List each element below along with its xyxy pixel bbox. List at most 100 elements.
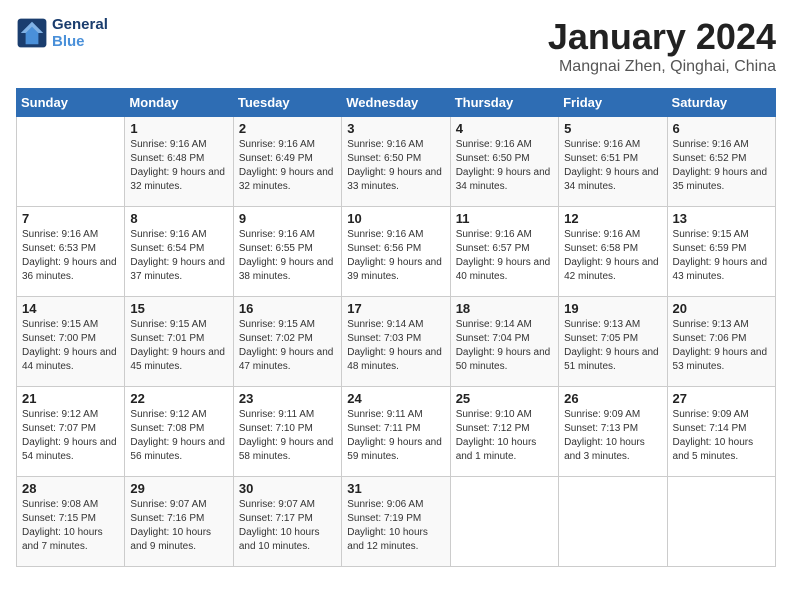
sunrise-label: Sunrise: 9:16 AM (239, 229, 315, 240)
cell-info: Sunrise: 9:15 AM Sunset: 7:00 PM Dayligh… (22, 318, 119, 374)
cell-info: Sunrise: 9:09 AM Sunset: 7:14 PM Dayligh… (673, 408, 770, 464)
daylight-label: Daylight: 9 hours and 33 minutes. (347, 167, 442, 192)
cell-info: Sunrise: 9:12 AM Sunset: 7:08 PM Dayligh… (130, 408, 227, 464)
day-number: 6 (673, 121, 770, 136)
daylight-label: Daylight: 9 hours and 34 minutes. (456, 167, 551, 192)
calendar-cell: 28 Sunrise: 9:08 AM Sunset: 7:15 PM Dayl… (17, 477, 125, 567)
daylight-label: Daylight: 9 hours and 59 minutes. (347, 437, 442, 462)
weekday-header-row: SundayMondayTuesdayWednesdayThursdayFrid… (17, 89, 776, 117)
sunrise-label: Sunrise: 9:14 AM (456, 319, 532, 330)
day-number: 18 (456, 301, 553, 316)
day-number: 23 (239, 391, 336, 406)
calendar-cell: 26 Sunrise: 9:09 AM Sunset: 7:13 PM Dayl… (559, 387, 667, 477)
daylight-label: Daylight: 10 hours and 5 minutes. (673, 437, 754, 462)
sunrise-label: Sunrise: 9:10 AM (456, 409, 532, 420)
daylight-label: Daylight: 9 hours and 54 minutes. (22, 437, 117, 462)
sunset-label: Sunset: 7:07 PM (22, 423, 96, 434)
sunset-label: Sunset: 7:06 PM (673, 333, 747, 344)
sunrise-label: Sunrise: 9:16 AM (130, 139, 206, 150)
sunset-label: Sunset: 7:19 PM (347, 513, 421, 524)
cell-info: Sunrise: 9:16 AM Sunset: 6:55 PM Dayligh… (239, 228, 336, 284)
daylight-label: Daylight: 9 hours and 35 minutes. (673, 167, 768, 192)
daylight-label: Daylight: 9 hours and 32 minutes. (239, 167, 334, 192)
sunset-label: Sunset: 6:50 PM (347, 153, 421, 164)
day-number: 12 (564, 211, 661, 226)
daylight-label: Daylight: 10 hours and 7 minutes. (22, 527, 103, 552)
sunrise-label: Sunrise: 9:16 AM (347, 229, 423, 240)
sunrise-label: Sunrise: 9:16 AM (456, 229, 532, 240)
week-row-5: 28 Sunrise: 9:08 AM Sunset: 7:15 PM Dayl… (17, 477, 776, 567)
cell-info: Sunrise: 9:16 AM Sunset: 6:53 PM Dayligh… (22, 228, 119, 284)
cell-info: Sunrise: 9:13 AM Sunset: 7:06 PM Dayligh… (673, 318, 770, 374)
sunset-label: Sunset: 7:10 PM (239, 423, 313, 434)
sunset-label: Sunset: 6:58 PM (564, 243, 638, 254)
weekday-header-sunday: Sunday (17, 89, 125, 117)
sunrise-label: Sunrise: 9:14 AM (347, 319, 423, 330)
week-row-1: 1 Sunrise: 9:16 AM Sunset: 6:48 PM Dayli… (17, 117, 776, 207)
sunset-label: Sunset: 7:04 PM (456, 333, 530, 344)
sunset-label: Sunset: 7:03 PM (347, 333, 421, 344)
sunset-label: Sunset: 6:56 PM (347, 243, 421, 254)
cell-info: Sunrise: 9:15 AM Sunset: 6:59 PM Dayligh… (673, 228, 770, 284)
calendar-cell: 30 Sunrise: 9:07 AM Sunset: 7:17 PM Dayl… (233, 477, 341, 567)
sunset-label: Sunset: 7:05 PM (564, 333, 638, 344)
day-number: 13 (673, 211, 770, 226)
sunrise-label: Sunrise: 9:12 AM (130, 409, 206, 420)
sunrise-label: Sunrise: 9:06 AM (347, 499, 423, 510)
week-row-4: 21 Sunrise: 9:12 AM Sunset: 7:07 PM Dayl… (17, 387, 776, 477)
cell-info: Sunrise: 9:07 AM Sunset: 7:17 PM Dayligh… (239, 498, 336, 554)
day-number: 24 (347, 391, 444, 406)
calendar-cell: 27 Sunrise: 9:09 AM Sunset: 7:14 PM Dayl… (667, 387, 775, 477)
calendar-cell: 11 Sunrise: 9:16 AM Sunset: 6:57 PM Dayl… (450, 207, 558, 297)
sunrise-label: Sunrise: 9:13 AM (673, 319, 749, 330)
day-number: 19 (564, 301, 661, 316)
sunrise-label: Sunrise: 9:13 AM (564, 319, 640, 330)
day-number: 4 (456, 121, 553, 136)
daylight-label: Daylight: 9 hours and 51 minutes. (564, 347, 659, 372)
sunset-label: Sunset: 6:49 PM (239, 153, 313, 164)
calendar-cell: 14 Sunrise: 9:15 AM Sunset: 7:00 PM Dayl… (17, 297, 125, 387)
daylight-label: Daylight: 9 hours and 50 minutes. (456, 347, 551, 372)
day-number: 1 (130, 121, 227, 136)
calendar-cell: 29 Sunrise: 9:07 AM Sunset: 7:16 PM Dayl… (125, 477, 233, 567)
day-number: 26 (564, 391, 661, 406)
cell-info: Sunrise: 9:14 AM Sunset: 7:03 PM Dayligh… (347, 318, 444, 374)
daylight-label: Daylight: 10 hours and 9 minutes. (130, 527, 211, 552)
sunset-label: Sunset: 6:59 PM (673, 243, 747, 254)
calendar-cell: 9 Sunrise: 9:16 AM Sunset: 6:55 PM Dayli… (233, 207, 341, 297)
logo: General Blue (16, 16, 108, 50)
sunset-label: Sunset: 7:15 PM (22, 513, 96, 524)
calendar-cell (559, 477, 667, 567)
cell-info: Sunrise: 9:16 AM Sunset: 6:48 PM Dayligh… (130, 138, 227, 194)
calendar-cell (17, 117, 125, 207)
day-number: 29 (130, 481, 227, 496)
sunset-label: Sunset: 7:16 PM (130, 513, 204, 524)
calendar-cell: 4 Sunrise: 9:16 AM Sunset: 6:50 PM Dayli… (450, 117, 558, 207)
title-area: January 2024 Mangnai Zhen, Qinghai, Chin… (548, 16, 776, 76)
sunset-label: Sunset: 6:48 PM (130, 153, 204, 164)
subtitle: Mangnai Zhen, Qinghai, China (548, 58, 776, 76)
calendar-cell: 31 Sunrise: 9:06 AM Sunset: 7:19 PM Dayl… (342, 477, 450, 567)
sunset-label: Sunset: 7:14 PM (673, 423, 747, 434)
cell-info: Sunrise: 9:16 AM Sunset: 6:58 PM Dayligh… (564, 228, 661, 284)
day-number: 5 (564, 121, 661, 136)
day-number: 20 (673, 301, 770, 316)
calendar-cell: 1 Sunrise: 9:16 AM Sunset: 6:48 PM Dayli… (125, 117, 233, 207)
day-number: 8 (130, 211, 227, 226)
weekday-header-monday: Monday (125, 89, 233, 117)
main-title: January 2024 (548, 16, 776, 58)
sunrise-label: Sunrise: 9:09 AM (564, 409, 640, 420)
cell-info: Sunrise: 9:09 AM Sunset: 7:13 PM Dayligh… (564, 408, 661, 464)
cell-info: Sunrise: 9:10 AM Sunset: 7:12 PM Dayligh… (456, 408, 553, 464)
cell-info: Sunrise: 9:07 AM Sunset: 7:16 PM Dayligh… (130, 498, 227, 554)
sunrise-label: Sunrise: 9:07 AM (239, 499, 315, 510)
sunset-label: Sunset: 7:01 PM (130, 333, 204, 344)
calendar-cell: 18 Sunrise: 9:14 AM Sunset: 7:04 PM Dayl… (450, 297, 558, 387)
daylight-label: Daylight: 9 hours and 40 minutes. (456, 257, 551, 282)
calendar-cell: 16 Sunrise: 9:15 AM Sunset: 7:02 PM Dayl… (233, 297, 341, 387)
calendar-cell: 5 Sunrise: 9:16 AM Sunset: 6:51 PM Dayli… (559, 117, 667, 207)
day-number: 14 (22, 301, 119, 316)
sunrise-label: Sunrise: 9:12 AM (22, 409, 98, 420)
sunrise-label: Sunrise: 9:16 AM (456, 139, 532, 150)
day-number: 16 (239, 301, 336, 316)
